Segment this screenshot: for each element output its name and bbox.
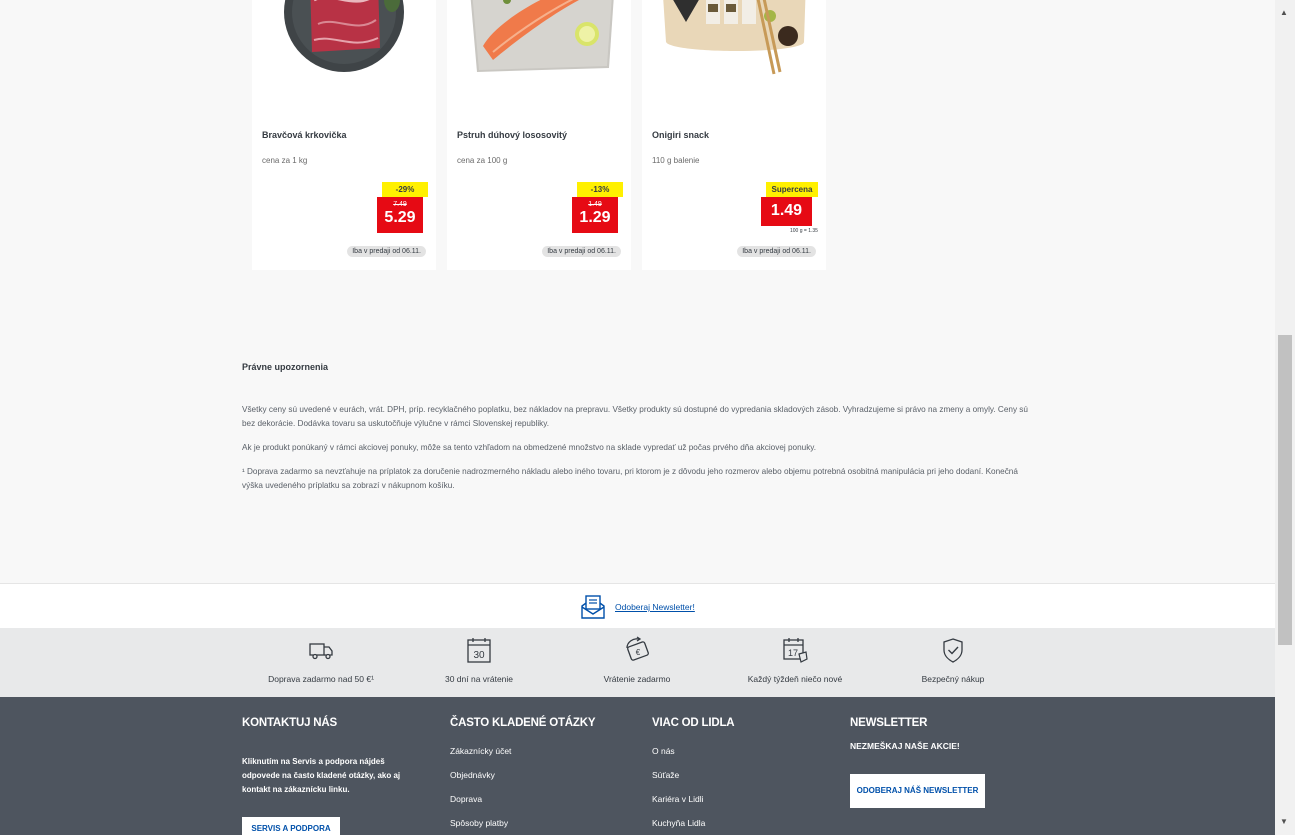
footer-link[interactable]: Spôsoby platby	[450, 818, 508, 828]
calendar-number: 30	[473, 650, 485, 661]
current-price: 1.29	[579, 209, 611, 226]
footer-link[interactable]: Doprava	[450, 794, 482, 804]
scrollbar-thumb[interactable]	[1278, 335, 1292, 645]
footer-link[interactable]: O nás	[652, 746, 675, 756]
current-price: 1.49	[770, 202, 803, 219]
benefit-label: Doprava zadarmo nad 50 €¹	[268, 674, 374, 684]
availability-badge: Iba v predaji od 06.11.	[347, 246, 426, 257]
scrollbar[interactable]: ▲ ▼	[1275, 0, 1295, 835]
benefits-bar: Doprava zadarmo nad 50 €¹ 30 30 dní na v…	[0, 628, 1275, 697]
scroll-up-arrow-icon[interactable]: ▲	[1280, 8, 1288, 17]
newsletter-subscribe-button[interactable]: ODOBERAJ NÁŠ NEWSLETTER	[850, 774, 985, 808]
benefit-label: Vrátenie zadarmo	[603, 674, 671, 684]
product-card[interactable]: Pstruh dúhový lososovitý cena za 100 g -…	[447, 0, 631, 270]
product-name[interactable]: Onigiri snack	[652, 130, 709, 140]
euro-symbol: €	[636, 648, 641, 657]
footer-link[interactable]: Zákaznícky účet	[450, 746, 511, 756]
trout-fillet-image[interactable]	[447, 0, 631, 85]
footer: KONTAKTUJ NÁS Kliknutím na Servis a podp…	[0, 697, 1275, 835]
footer-link[interactable]: Súťaže	[652, 770, 679, 780]
benefit-label: Bezpečný nákup	[921, 674, 985, 684]
newsletter-subtitle: NEZMEŠKAJ NAŠE AKCIE!	[850, 741, 960, 751]
footer-link[interactable]: Kariéra v Lidli	[652, 794, 704, 804]
footer-heading: VIAC OD LIDLA	[652, 717, 735, 729]
product-name[interactable]: Pstruh dúhový lososovitý	[457, 130, 567, 140]
envelope-icon	[580, 594, 606, 625]
footer-contact-desc: Kliknutím na Servis a podpora nájdeš odp…	[242, 757, 401, 794]
pork-neck-image[interactable]	[252, 0, 436, 85]
availability-badge: Iba v predaji od 06.11.	[737, 246, 816, 257]
calendar-number: 17	[788, 648, 798, 658]
legal-title: Právne upozornenia	[242, 362, 329, 372]
footer-link[interactable]: Objednávky	[450, 770, 495, 780]
service-support-button[interactable]: SERVIS A PODPORA	[242, 817, 340, 835]
discount-badge: -13%	[577, 182, 623, 197]
page: Bravčová krkovička cena za 1 kg -29% 7.4…	[0, 0, 1275, 835]
product-unit: 110 g balenie	[652, 156, 700, 165]
price-tag: 7.49 5.29	[377, 197, 423, 233]
footer-link[interactable]: Kuchyňa Lidla	[652, 818, 705, 828]
footer-heading: KONTAKTUJ NÁS	[242, 717, 337, 729]
refund-icon: €	[557, 636, 717, 664]
product-name[interactable]: Bravčová krkovička	[262, 130, 347, 140]
old-price: 7.49	[393, 201, 407, 208]
legal-text: ¹ Doprava zadarmo sa nevzťahuje na prípl…	[242, 467, 1018, 490]
calendar-17-icon: 17	[715, 636, 875, 664]
product-card[interactable]: Bravčová krkovička cena za 1 kg -29% 7.4…	[252, 0, 436, 270]
newsletter-link[interactable]: Odoberaj Newsletter!	[615, 602, 695, 612]
calendar-30-icon: 30	[399, 636, 559, 664]
legal-text: Všetky ceny sú uvedené v eurách, vrát. D…	[242, 405, 1028, 428]
product-unit: cena za 1 kg	[262, 156, 308, 165]
current-price: 5.29	[384, 209, 416, 226]
price-per-unit: 100 g = 1.35	[790, 228, 818, 234]
discount-badge: -29%	[382, 182, 428, 197]
legal-text: Ak je produkt ponúkaný v rámci akciovej …	[242, 443, 817, 452]
supercena-badge: Supercena	[766, 182, 818, 197]
onigiri-image[interactable]	[642, 0, 826, 85]
shield-check-icon	[873, 636, 1033, 664]
footer-heading: ČASTO KLADENÉ OTÁZKY	[450, 717, 596, 729]
footer-heading: NEWSLETTER	[850, 717, 928, 729]
scroll-down-arrow-icon[interactable]: ▼	[1280, 817, 1288, 826]
product-unit: cena za 100 g	[457, 156, 508, 165]
product-card[interactable]: Onigiri snack 110 g balenie Supercena 1.…	[642, 0, 826, 270]
benefit-label: 30 dní na vrátenie	[444, 674, 514, 684]
availability-badge: Iba v predaji od 06.11.	[542, 246, 621, 257]
newsletter-strip: Odoberaj Newsletter!	[0, 583, 1275, 628]
old-price: 1.49	[588, 201, 602, 208]
price-tag: 1.49	[761, 197, 812, 226]
truck-icon	[241, 636, 401, 664]
price-tag: 1.49 1.29	[572, 197, 618, 233]
benefit-label: Každý týždeň niečo nové	[747, 674, 843, 684]
